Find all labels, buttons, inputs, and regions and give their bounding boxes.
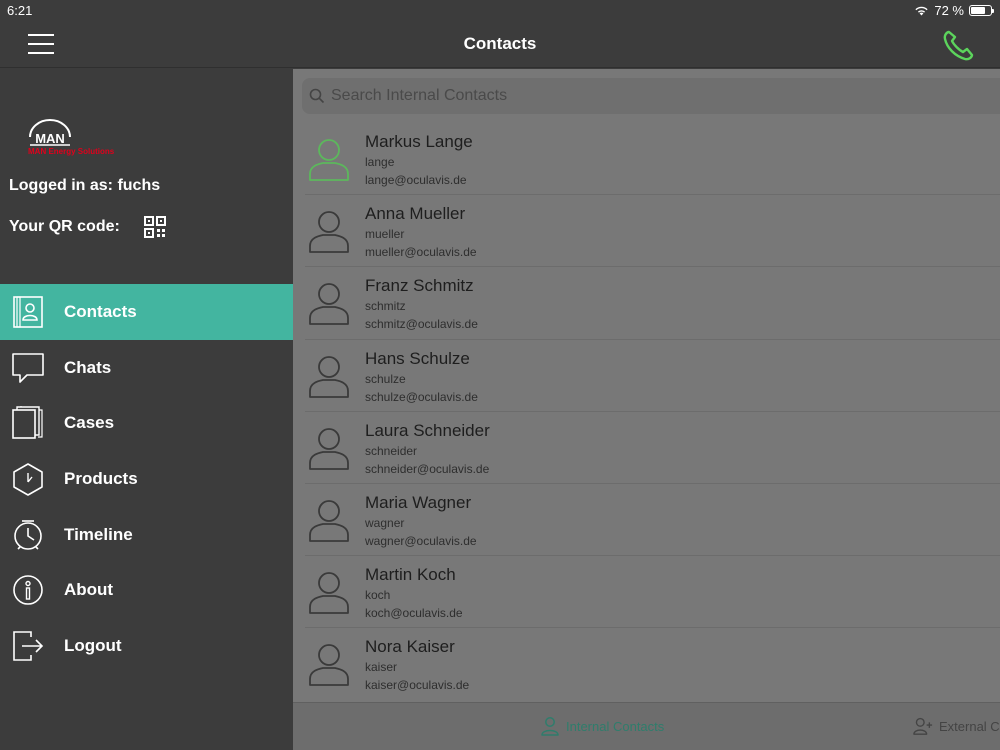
contact-row[interactable]: Hans Schulze schulze schulze@oculavis.de [293,340,1000,412]
qr-code-label: Your QR code: [9,218,120,235]
search-icon [309,88,325,104]
status-bar: 6:21 72 % [0,0,1000,20]
contact-username: schulze [365,371,406,386]
sidebar-item-label: About [64,580,114,600]
contact-row[interactable]: Martin Koch koch koch@oculavis.de [293,556,1000,629]
tab-label: Internal Contacts [566,718,665,734]
contact-name: Franz Schmitz [365,276,474,296]
phone-icon [943,30,974,61]
product-hexagon-icon [11,462,45,496]
contact-email: koch@oculavis.de [365,606,463,621]
side-menu-list: Contacts Chats Cases Products Timeline A… [0,284,293,674]
contact-username: wagner [365,515,405,530]
contact-row[interactable]: Markus Lange lange lange@oculavis.de [293,123,1000,196]
contact-email: lange@oculavis.de [365,173,467,187]
sidebar-item-cases[interactable]: Cases [0,395,293,451]
hamburger-menu-icon[interactable] [28,34,54,54]
search-input[interactable] [331,87,931,105]
contact-username: mueller [365,227,405,242]
qr-code-row: Your QR code: [9,216,166,238]
user-avatar-icon [309,139,349,181]
contact-row[interactable]: Laura Schneider schneider schneider@ocul… [293,412,1000,484]
sidebar-item-contacts[interactable]: Contacts [0,284,293,340]
user-avatar-icon [309,572,349,615]
sidebar-item-label: Timeline [64,524,133,544]
contact-name: Maria Wagner [365,492,472,512]
clock-icon [11,518,45,552]
contact-username: kaiser [365,660,398,675]
side-menu: MAN MAN Energy Solutions Logged in as: f… [0,69,293,750]
contact-email: schmitz@oculavis.de [365,317,478,332]
sidebar-item-label: Cases [64,413,115,433]
man-logo: MAN MAN Energy Solutions [26,117,138,157]
contact-row[interactable]: Anna Mueller mueller mueller@oculavis.de [293,195,1000,268]
status-right: 72 % [914,3,994,18]
contact-email: kaiser@oculavis.de [365,678,470,693]
qr-code-icon[interactable] [143,216,166,238]
contact-list: Markus Lange lange lange@oculavis.de Ann… [293,123,1000,701]
sidebar-item-about[interactable]: About [0,562,293,618]
sidebar-item-label: Logout [64,635,122,655]
contact-name: Martin Koch [365,565,456,585]
contact-name: Anna Mueller [365,204,466,224]
contact-row[interactable]: Maria Wagner wagner wagner@oculavis.de [293,484,1000,557]
person-icon [541,717,559,736]
contact-row[interactable]: Franz Schmitz schmitz schmitz@oculavis.d… [293,267,1000,340]
user-avatar-icon [309,355,349,398]
logout-icon [11,629,45,663]
bottom-tab-bar: Internal Contacts External C [293,702,1000,750]
call-button[interactable] [940,26,978,64]
sidebar-item-label: Contacts [64,301,137,321]
contact-email: wagner@oculavis.de [365,533,477,548]
contact-username: lange [365,155,395,169]
user-avatar-icon [309,644,349,687]
tab-internal-contacts[interactable]: Internal Contacts [540,716,664,736]
contact-name: Hans Schulze [365,348,470,368]
sidebar-item-logout[interactable]: Logout [0,618,293,674]
user-avatar-icon [309,500,349,542]
contact-email: mueller@oculavis.de [365,245,477,260]
sidebar-item-label: Chats [64,357,112,377]
logo-text: MAN [35,131,65,146]
sidebar-item-label: Products [64,468,138,488]
contact-email: schneider@oculavis.de [365,461,490,476]
contacts-panel: Markus Lange lange lange@oculavis.de Ann… [293,69,1000,750]
app-root: 6:21 72 % Contacts MAN MAN Energy Soluti… [0,0,1000,750]
contact-name: Laura Schneider [365,420,490,440]
sidebar-item-timeline[interactable]: Timeline [0,507,293,563]
wifi-icon [915,6,928,16]
add-person-icon [913,717,933,735]
sidebar-item-chats[interactable]: Chats [0,340,293,396]
logged-in-label: Logged in as: fuchs [9,177,161,194]
page-title: Contacts [463,34,537,53]
user-avatar-icon [309,283,349,326]
status-time: 6:21 [7,3,33,18]
tab-label: External C [939,718,1000,734]
chat-bubble-icon [11,351,45,385]
contact-email: schulze@oculavis.de [365,389,478,404]
user-avatar-icon [309,427,349,470]
contact-username: schmitz [365,299,406,314]
contact-username: schneider [365,443,418,458]
info-icon [11,573,45,607]
search-bar [302,78,1000,114]
contact-row[interactable]: Nora Kaiser kaiser kaiser@oculavis.de [293,628,1000,700]
battery-icon [969,5,994,16]
cases-icon [11,406,45,440]
tab-external-contacts[interactable]: External C [913,716,1000,736]
contact-name: Nora Kaiser [365,637,455,657]
sidebar-item-products[interactable]: Products [0,451,293,507]
logo-subtitle: MAN Energy Solutions [28,147,115,156]
user-avatar-icon [309,211,349,254]
contacts-book-icon [11,295,45,329]
contact-username: koch [365,588,391,603]
battery-percent: 72 % [934,3,964,18]
battery-fill [971,7,985,14]
top-nav-bar: Contacts [0,20,1000,68]
contact-name: Markus Lange [365,132,473,151]
